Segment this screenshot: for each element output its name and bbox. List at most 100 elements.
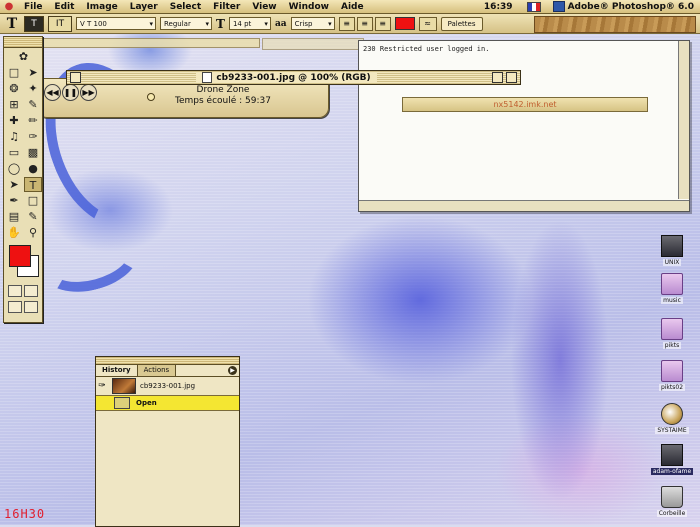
shape-tool-icon[interactable]: □: [24, 193, 42, 208]
desktop-icon-music[interactable]: music: [650, 273, 694, 305]
align-center-button[interactable]: ≡: [356, 16, 373, 31]
magic-wand-tool-icon[interactable]: ✦: [24, 81, 42, 96]
open-step-icon: [114, 397, 130, 409]
desktop-icon-pikts[interactable]: pikts: [650, 318, 694, 350]
fast-forward-icon[interactable]: ▶▶: [80, 84, 97, 101]
vertical-scrollbar[interactable]: [678, 41, 689, 199]
document-icon: [202, 72, 213, 83]
terminal-window[interactable]: 230 Restricted user logged in.: [358, 40, 690, 212]
french-flag-icon[interactable]: [526, 1, 541, 12]
menu-image[interactable]: Image: [80, 2, 123, 12]
apple-menu-icon[interactable]: ●: [0, 1, 18, 12]
zoom-tool-icon[interactable]: ⚲: [24, 225, 42, 240]
hard-disk-icon: [661, 235, 683, 257]
align-right-button[interactable]: ≡: [374, 16, 391, 31]
palette-well[interactable]: [534, 16, 696, 33]
zoom-box-icon[interactable]: [491, 72, 503, 83]
palette-menu-icon[interactable]: ▶: [228, 366, 237, 375]
history-palette-tabs: History Actions ▶: [96, 365, 239, 377]
move-tool-icon[interactable]: ➤: [24, 65, 42, 80]
menu-edit[interactable]: Edit: [48, 2, 80, 12]
desktop-icon-adam-ofame[interactable]: adam-ofame: [650, 444, 694, 476]
desktop-icon-label: SYSTAIME: [655, 427, 689, 434]
tab-actions[interactable]: Actions: [137, 365, 177, 376]
desktop-icon-label: Corbeille: [656, 510, 688, 517]
menu-view[interactable]: View: [246, 2, 282, 12]
rewind-icon[interactable]: ◀◀: [44, 84, 61, 101]
menu-filter[interactable]: Filter: [207, 2, 246, 12]
track-title: Drone Zone: [196, 85, 250, 95]
adobe-online-icon[interactable]: ✿: [5, 49, 42, 64]
document-title-bar[interactable]: cb9233-001.jpg @ 100% (RGB): [66, 70, 521, 85]
pause-icon[interactable]: ❚❚: [62, 84, 79, 101]
quick-mask-mode-icon[interactable]: [24, 285, 38, 297]
standard-mode-icon[interactable]: [8, 285, 22, 297]
trash-icon: [661, 486, 683, 508]
tab-history[interactable]: History: [96, 365, 138, 376]
anti-alias-icon: aa: [274, 18, 287, 29]
brush-tool-icon[interactable]: ✏: [24, 113, 42, 128]
history-palette: History Actions ▶ ✑ cb9233-001.jpg Open: [95, 356, 240, 527]
anti-alias-select[interactable]: Crisp: [290, 17, 335, 31]
menu-layer[interactable]: Layer: [124, 2, 164, 12]
slice-tool-icon[interactable]: ✎: [24, 97, 42, 112]
horizontal-type-button[interactable]: T: [24, 15, 44, 32]
desktop-icon-label: pikts: [662, 342, 682, 349]
lasso-tool-icon[interactable]: ❂: [5, 81, 23, 96]
background-window-bar: [262, 38, 364, 50]
vertical-type-button[interactable]: IT: [48, 15, 72, 32]
desktop-icon-corbeille[interactable]: Corbeille: [650, 486, 694, 518]
gradient-tool-icon[interactable]: ▩: [24, 145, 42, 160]
collapse-box-icon[interactable]: [505, 72, 517, 83]
font-size-select[interactable]: 14 pt: [228, 17, 271, 31]
horizontal-scrollbar[interactable]: [359, 200, 689, 211]
eyedropper-tool-icon[interactable]: ✎: [24, 209, 42, 224]
snapshot-thumbnail: [112, 378, 136, 394]
desktop-icon-unix[interactable]: UNIX: [650, 235, 694, 267]
path-select-tool-icon[interactable]: ➤: [5, 177, 23, 192]
crop-tool-icon[interactable]: ⊞: [5, 97, 23, 112]
text-color-swatch[interactable]: [394, 17, 415, 30]
full-screen-mode-icon[interactable]: [24, 301, 38, 313]
desktop-icon-pikts02[interactable]: pikts02: [650, 360, 694, 392]
align-left-button[interactable]: ≡: [338, 16, 355, 31]
application-menu[interactable]: Adobe® Photoshop® 6.0: [547, 1, 700, 12]
blur-tool-icon[interactable]: ◯: [5, 161, 23, 176]
history-palette-title-bar[interactable]: [96, 357, 239, 365]
type-tool-icon[interactable]: T: [4, 16, 20, 32]
background-window-bar: [40, 38, 260, 48]
tools-palette-title-bar[interactable]: [4, 37, 42, 48]
history-brush-icon[interactable]: ✑: [24, 129, 42, 144]
font-style-select[interactable]: Regular: [160, 17, 212, 31]
menu-file[interactable]: File: [18, 2, 48, 12]
healing-brush-icon[interactable]: ✚: [5, 113, 23, 128]
history-step[interactable]: Open: [96, 396, 239, 411]
stamp-tool-icon[interactable]: ♫: [5, 129, 23, 144]
snapshot-name: cb9233-001.jpg: [140, 382, 196, 390]
host-title-bar[interactable]: nx5142.imk.net: [402, 97, 648, 112]
screen-mode-icon[interactable]: [8, 301, 22, 313]
alignment-group: ≡ ≡ ≡: [338, 16, 391, 31]
close-box-icon[interactable]: [70, 72, 81, 83]
screen-mode-buttons: [4, 299, 42, 315]
eraser-tool-icon[interactable]: ▭: [5, 145, 23, 160]
hand-tool-icon[interactable]: ✋: [5, 225, 23, 240]
history-brush-source-icon[interactable]: ✑: [96, 381, 108, 391]
font-family-select[interactable]: V T 100: [76, 17, 156, 31]
warp-text-button[interactable]: ≈: [418, 16, 437, 31]
dodge-tool-icon[interactable]: ●: [24, 161, 42, 176]
history-snapshot[interactable]: ✑ cb9233-001.jpg: [96, 377, 239, 396]
palettes-button[interactable]: Palettes: [440, 16, 483, 31]
menu-window[interactable]: Window: [283, 2, 335, 12]
pen-tool-icon[interactable]: ✒: [5, 193, 23, 208]
menu-select[interactable]: Select: [164, 2, 207, 12]
history-step-name: Open: [136, 399, 157, 407]
desktop-icon-systaime[interactable]: SYSTAIME: [650, 403, 694, 435]
notes-tool-icon[interactable]: ▤: [5, 209, 23, 224]
menubar-clock[interactable]: 16:39: [476, 2, 521, 12]
menu-aide[interactable]: Aide: [335, 2, 370, 12]
foreground-color-swatch[interactable]: [9, 245, 31, 267]
type-tool-icon[interactable]: T: [24, 177, 42, 192]
marquee-tool-icon[interactable]: □: [5, 65, 23, 80]
elapsed-time: Temps écoulé : 59:37: [175, 96, 271, 106]
